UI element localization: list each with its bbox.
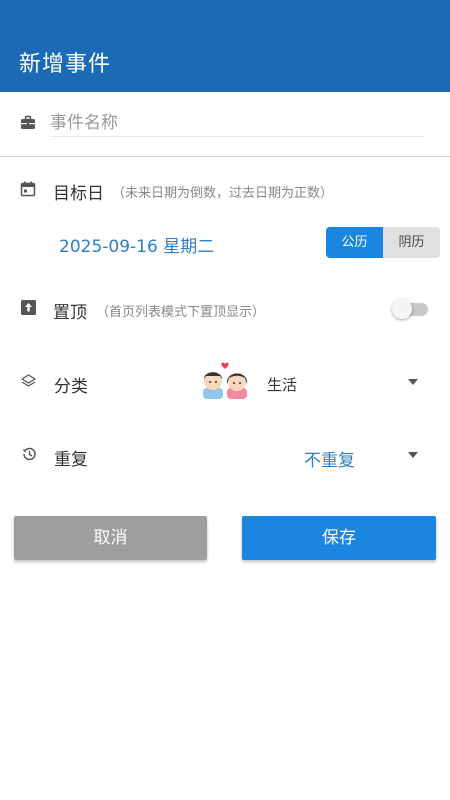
briefcase-icon	[21, 115, 35, 129]
calendar-type-toggle: 公历 阴历	[326, 227, 440, 258]
layers-icon	[21, 374, 36, 387]
lunar-calendar-option[interactable]: 阴历	[383, 227, 440, 258]
page-title: 新增事件	[19, 52, 112, 77]
save-button[interactable]: 保存	[242, 516, 436, 560]
target-date-label: 目标日	[53, 184, 104, 204]
repeat-value[interactable]: 不重复	[304, 446, 355, 471]
repeat-dropdown-icon[interactable]	[408, 452, 418, 458]
event-name-input[interactable]	[50, 110, 424, 137]
category-label: 分类	[54, 377, 88, 397]
category-value[interactable]: 生活	[267, 374, 297, 395]
cancel-button[interactable]: 取消	[14, 516, 207, 560]
category-dropdown-icon[interactable]	[408, 379, 418, 385]
divider	[0, 156, 450, 157]
history-icon	[22, 447, 36, 461]
pin-top-switch[interactable]	[392, 299, 428, 319]
pin-top-icon	[21, 300, 36, 315]
solar-calendar-option[interactable]: 公历	[326, 227, 383, 258]
calendar-icon	[20, 181, 36, 197]
couple-avatar-icon	[203, 362, 248, 399]
pin-top-hint: （首页列表模式下置顶显示）	[96, 305, 266, 320]
target-date-value[interactable]: 2025-09-16 星期二	[59, 232, 214, 257]
pin-top-label: 置顶	[53, 303, 87, 323]
app-header: 新增事件	[0, 0, 450, 92]
target-date-hint: （未来日期为倒数，过去日期为正数）	[112, 186, 334, 201]
event-name-row	[0, 92, 450, 156]
repeat-label: 重复	[54, 450, 88, 470]
switch-knob	[392, 299, 412, 319]
